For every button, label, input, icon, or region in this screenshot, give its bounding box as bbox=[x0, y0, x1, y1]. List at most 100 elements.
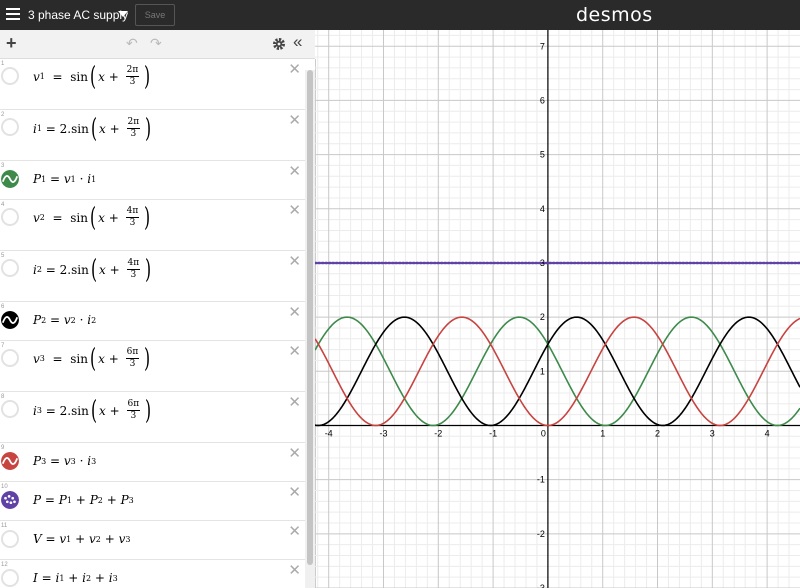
x-tick-label: 1 bbox=[600, 428, 605, 438]
x-tick-label: 3 bbox=[710, 428, 715, 438]
menu-icon[interactable] bbox=[6, 8, 20, 20]
hidden-graph-icon[interactable] bbox=[1, 118, 19, 136]
expression-formula[interactable]: v2 = sin(x + 4π 3) bbox=[33, 205, 152, 231]
hidden-graph-icon[interactable] bbox=[1, 259, 19, 277]
row-number: 9 bbox=[1, 445, 5, 451]
expression-toolbar: + ↶ ↷ « bbox=[0, 30, 315, 59]
collapse-list-button[interactable]: « bbox=[293, 32, 302, 52]
undo-button[interactable]: ↶ bbox=[126, 35, 138, 52]
curves bbox=[315, 261, 800, 427]
delete-expression-button[interactable]: ✕ bbox=[288, 113, 301, 128]
expression-row-7[interactable]: 7 v3 = sin(x + 6π 3) ✕ bbox=[0, 341, 305, 392]
major-gridlines bbox=[315, 30, 800, 588]
expression-formula[interactable]: P = P1 + P2 + P3 bbox=[33, 493, 134, 507]
y-tick-label: 1 bbox=[540, 366, 545, 376]
hidden-graph-icon[interactable] bbox=[1, 67, 19, 85]
expression-row-6[interactable]: 6 P2 = v2 · i2 ✕ bbox=[0, 302, 305, 341]
points-graph-icon[interactable] bbox=[1, 491, 19, 509]
graph-paper[interactable]: -4 -3 -2 -1 0 1 2 3 4 -3 -2 -1 1 2 3 4 5 6 7 bbox=[315, 30, 800, 588]
expression-formula[interactable]: v1 = sin(x + 2π 3) bbox=[33, 64, 152, 90]
expression-row-4[interactable]: 4 v2 = sin(x + 4π 3) ✕ bbox=[0, 200, 305, 251]
wave-graph-icon[interactable] bbox=[1, 170, 19, 188]
row-number: 4 bbox=[1, 202, 5, 208]
hidden-graph-icon[interactable] bbox=[1, 208, 19, 226]
desmos-logo: desmos bbox=[576, 4, 653, 26]
wave-graph-icon[interactable] bbox=[1, 452, 19, 470]
y-tick-label: -2 bbox=[537, 529, 545, 539]
delete-expression-button[interactable]: ✕ bbox=[288, 254, 301, 269]
expression-formula[interactable]: P1 = v1 · i1 bbox=[33, 172, 96, 186]
row-number: 2 bbox=[1, 112, 5, 118]
title-dropdown-icon[interactable] bbox=[118, 11, 128, 17]
expression-row-9[interactable]: 9 P3 = v3 · i3 ✕ bbox=[0, 443, 305, 482]
delete-expression-button[interactable]: ✕ bbox=[288, 62, 301, 77]
expression-row-2[interactable]: 2 i1 = 2. sin(x + 2π 3) ✕ bbox=[0, 110, 305, 161]
y-tick-label: 6 bbox=[540, 95, 545, 105]
delete-expression-button[interactable]: ✕ bbox=[288, 485, 301, 500]
y-tick-label: 4 bbox=[540, 204, 545, 214]
delete-expression-button[interactable]: ✕ bbox=[288, 305, 301, 320]
y-tick-label: -3 bbox=[537, 583, 545, 588]
delete-expression-button[interactable]: ✕ bbox=[288, 164, 301, 179]
axes bbox=[315, 30, 800, 588]
delete-expression-button[interactable]: ✕ bbox=[288, 395, 301, 410]
x-tick-label: 0 bbox=[541, 428, 546, 438]
delete-expression-button[interactable]: ✕ bbox=[288, 524, 301, 539]
x-tick-label: -1 bbox=[489, 428, 497, 438]
row-number: 7 bbox=[1, 343, 5, 349]
expression-list-scrollbar[interactable] bbox=[305, 70, 315, 588]
delete-expression-button[interactable]: ✕ bbox=[288, 344, 301, 359]
x-tick-label: 4 bbox=[765, 428, 770, 438]
x-tick-label: -2 bbox=[434, 428, 442, 438]
hidden-graph-icon[interactable] bbox=[1, 400, 19, 418]
delete-expression-button[interactable]: ✕ bbox=[288, 446, 301, 461]
x-tick-label: -4 bbox=[325, 428, 333, 438]
row-number: 8 bbox=[1, 394, 5, 400]
expression-formula[interactable]: i3 = 2. sin(x + 6π 3) bbox=[33, 398, 153, 424]
delete-expression-button[interactable]: ✕ bbox=[288, 563, 301, 578]
x-tick-label: -3 bbox=[379, 428, 387, 438]
x-tick-label: 2 bbox=[655, 428, 660, 438]
row-number: 6 bbox=[1, 304, 5, 310]
expression-formula[interactable]: i2 = 2. sin(x + 4π 3) bbox=[33, 257, 153, 283]
y-tick-label: 2 bbox=[540, 312, 545, 322]
row-number: 10 bbox=[1, 484, 8, 490]
wave-graph-icon[interactable] bbox=[1, 311, 19, 329]
y-tick-label: 3 bbox=[540, 258, 545, 268]
minor-gridlines bbox=[315, 30, 800, 588]
row-number: 11 bbox=[1, 523, 8, 529]
expression-row-8[interactable]: 8 i3 = 2. sin(x + 6π 3) ✕ bbox=[0, 392, 305, 443]
hidden-graph-icon[interactable] bbox=[1, 349, 19, 367]
row-number: 1 bbox=[1, 61, 5, 67]
expression-row-10[interactable]: 10 P = P1 + P2 + P3 ✕ bbox=[0, 482, 305, 521]
row-number: 3 bbox=[1, 163, 5, 169]
y-tick-label: -1 bbox=[537, 475, 545, 485]
save-button[interactable]: Save bbox=[135, 4, 175, 26]
delete-expression-button[interactable]: ✕ bbox=[288, 203, 301, 218]
expression-formula[interactable]: P2 = v2 · i2 bbox=[33, 313, 96, 327]
y-tick-label: 5 bbox=[540, 150, 545, 160]
expression-formula[interactable]: v3 = sin(x + 6π 3) bbox=[33, 346, 152, 372]
hidden-graph-icon[interactable] bbox=[1, 569, 19, 587]
hidden-graph-icon[interactable] bbox=[1, 530, 19, 548]
redo-button[interactable]: ↷ bbox=[150, 35, 162, 52]
row-number: 12 bbox=[1, 562, 8, 568]
expression-row-3[interactable]: 3 P1 = v1 · i1 ✕ bbox=[0, 161, 305, 200]
expression-formula[interactable]: V = v1 + v2 + v3 bbox=[33, 532, 130, 546]
expression-row-5[interactable]: 5 i2 = 2. sin(x + 4π 3) ✕ bbox=[0, 251, 305, 302]
expression-row-1[interactable]: 1 v1 = sin(x + 2π 3) ✕ bbox=[0, 59, 305, 110]
add-item-button[interactable]: + bbox=[6, 33, 17, 54]
top-bar: 3 phase AC supply Save desmos bbox=[0, 0, 800, 30]
expression-row-12[interactable]: 12 I = i1 + i2 + i3 ✕ bbox=[0, 560, 305, 588]
expression-formula[interactable]: P3 = v3 · i3 bbox=[33, 454, 96, 468]
expression-formula[interactable]: I = i1 + i2 + i3 bbox=[33, 571, 118, 585]
gear-icon[interactable] bbox=[272, 37, 286, 51]
graph-title[interactable]: 3 phase AC supply bbox=[28, 8, 128, 22]
tick-labels: -4 -3 -2 -1 0 1 2 3 4 -3 -2 -1 1 2 3 4 5 6 7 bbox=[325, 41, 770, 588]
scrollbar-thumb[interactable] bbox=[307, 70, 313, 565]
row-number: 5 bbox=[1, 253, 5, 259]
expression-row-11[interactable]: 11 V = v1 + v2 + v3 ✕ bbox=[0, 521, 305, 560]
y-tick-label: 7 bbox=[540, 41, 545, 51]
expression-list: 1 v1 = sin(x + 2π 3) ✕ 2 i1 = 2. sin(x + 2… bbox=[0, 59, 316, 588]
expression-formula[interactable]: i1 = 2. sin(x + 2π 3) bbox=[33, 116, 153, 142]
